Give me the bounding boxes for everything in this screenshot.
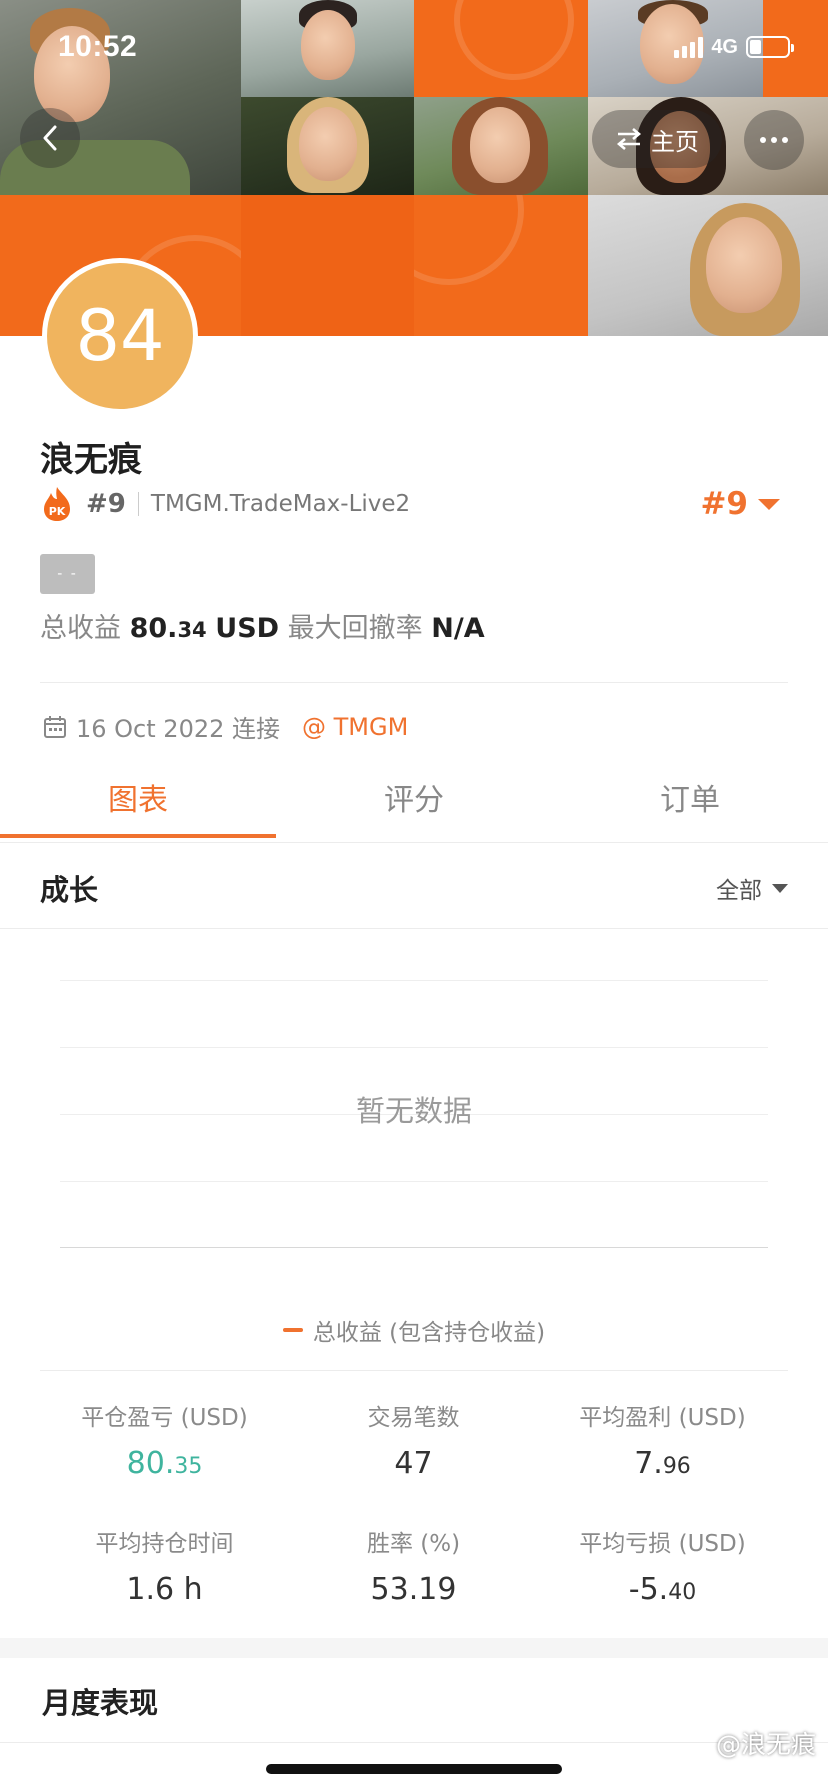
max-drawdown-label: 最大回撤率 [287,613,423,644]
banner-tile [414,195,588,336]
tab-bar: 图表 评分 订单 [0,768,828,844]
profit-summary: 总收益 80.34 USD 最大回撤率 N/A [40,606,485,645]
section-gap [0,1638,828,1658]
placeholder-tag: - - [40,554,95,594]
server-name: TMGM.TradeMax-Live2 [150,491,411,517]
metric-win-rate: 胜率 (%) 53.19 [366,1531,461,1607]
pk-flame-icon: PK [40,485,74,523]
status-time: 10:52 [58,30,138,63]
connected-date: 16 Oct 2022 连接 [76,715,280,743]
chart-legend: 总收益 (包含持仓收益) [0,1313,828,1347]
network-type: 4G [711,36,738,58]
range-selector[interactable]: 全部 [716,871,788,905]
calendar-icon [44,715,66,738]
chevron-left-icon [43,125,57,151]
total-profit-unit: USD [215,613,280,644]
monthly-title: 月度表现 [42,1686,159,1720]
caret-down-icon [772,883,788,893]
status-indicators: 4G [674,36,794,58]
total-profit-label: 总收益 [40,613,121,644]
total-profit-value: 80.34 [129,613,207,644]
banner-tile [414,0,588,97]
banner-tile [241,195,414,336]
divider [40,682,788,683]
gridline [60,980,768,981]
growth-header: 成长 全部 [0,846,828,930]
metric-avg-loss: 平均亏损 (USD) -5.40 [579,1531,746,1607]
separator [137,492,139,516]
metric-avg-hold-time: 平均持仓时间 1.6 h [95,1531,234,1607]
metric-closed-pnl: 平仓盈亏 (USD) 80.35 [81,1405,248,1481]
tab-rating[interactable]: 评分 [276,768,552,844]
connection-info: 16 Oct 2022 连接 @ TMGM [42,709,408,744]
trader-name: 浪无痕 [40,440,142,480]
growth-chart: 暂无数据 [60,980,768,1250]
avatar-photo [588,195,828,336]
back-button[interactable] [20,108,80,168]
metric-trade-count: 交易笔数 47 [367,1405,460,1481]
rank-right-label: #9 [700,486,748,522]
avatar-photo [414,97,588,195]
tab-chart[interactable]: 图表 [0,768,276,844]
swap-arrows-icon [616,128,642,150]
gridline [60,1247,768,1248]
divider [40,1370,788,1371]
tab-orders[interactable]: 订单 [552,768,828,844]
divider [0,842,828,843]
caret-down-icon [758,498,780,510]
legend-label: 总收益 (包含持仓收益) [312,1320,546,1346]
home-button[interactable]: 主页 [592,110,722,168]
rank-dropdown[interactable]: #9 [700,486,780,522]
more-options-icon[interactable] [744,110,804,170]
legend-swatch [282,1328,303,1332]
signal-icon [674,36,704,58]
avatar-photo [241,97,414,195]
home-label: 主页 [651,127,699,156]
avatar-photo [241,0,414,97]
divider [0,1742,828,1743]
range-label: 全部 [716,878,762,904]
rank-label: #9 [86,489,126,519]
watermark: @浪无痕 [715,1730,816,1759]
max-drawdown-value: N/A [431,613,485,644]
svg-text:PK: PK [49,505,66,518]
divider [0,928,828,929]
empty-state-text: 暂无数据 [355,1094,472,1128]
growth-title: 成长 [40,873,99,907]
trader-meta: PK #9 TMGM.TradeMax-Live2 [40,484,410,524]
gridline [60,1047,768,1048]
home-indicator[interactable] [266,1764,562,1774]
score-badge: 84 [42,258,198,414]
metric-avg-profit: 平均盈利 (USD) 7.96 [579,1405,746,1481]
broker-link[interactable]: @ TMGM [302,713,408,741]
gridline [60,1181,768,1182]
battery-icon [746,36,794,58]
